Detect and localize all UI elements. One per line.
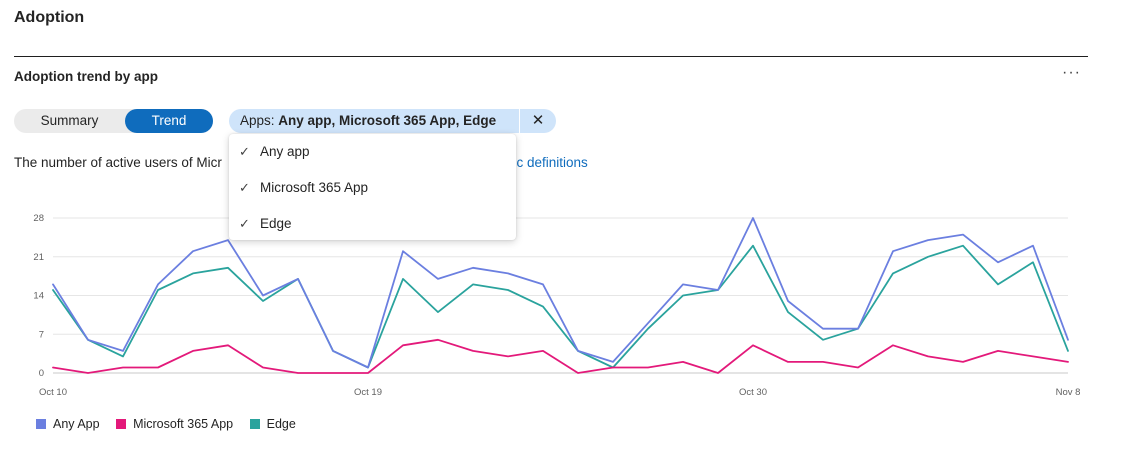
adoption-trend-chart: 0 7 14 21 28 Oct 10 Oct 19 Oct 30 Nov 8 (33, 213, 1081, 398)
checkmark-icon: ✓ (239, 180, 250, 195)
series-line-microsoft-365-app (52, 338, 1069, 374)
legend-swatch (36, 419, 46, 429)
dropdown-option-label: Edge (260, 216, 292, 231)
y-tick-label: 14 (33, 291, 44, 302)
x-tick-label: Oct 10 (39, 387, 67, 398)
checkmark-icon: ✓ (239, 216, 250, 231)
legend-item-microsoft-365-app[interactable]: Microsoft 365 App (116, 417, 233, 431)
x-tick-label: Oct 19 (354, 387, 382, 398)
checkmark-icon: ✓ (239, 144, 250, 159)
legend-label: Edge (266, 417, 296, 431)
dropdown-option-edge[interactable]: ✓ Edge (229, 209, 516, 239)
y-tick-label: 0 (39, 368, 44, 379)
legend-label: Any App (53, 417, 100, 431)
x-tick-label: Nov 8 (1056, 387, 1081, 398)
y-tick-label: 7 (39, 329, 44, 340)
y-tick-label: 28 (33, 213, 44, 224)
legend-item-any-app[interactable]: Any App (36, 417, 100, 431)
x-tick-label: Oct 30 (739, 387, 767, 398)
y-tick-label: 21 (33, 252, 44, 263)
apps-dropdown: ✓ Any app ✓ Microsoft 365 App ✓ Edge (229, 134, 516, 240)
dropdown-option-label: Any app (260, 144, 310, 159)
legend-label: Microsoft 365 App (133, 417, 234, 431)
series-line-any-app (52, 217, 1069, 369)
chart-legend: Any App Microsoft 365 App Edge (36, 417, 309, 431)
dropdown-option-label: Microsoft 365 App (260, 180, 369, 195)
legend-item-edge[interactable]: Edge (249, 417, 296, 431)
dropdown-option-any-app[interactable]: ✓ Any app (229, 137, 516, 167)
legend-swatch (249, 419, 260, 429)
legend-swatch (116, 419, 127, 429)
dropdown-option-microsoft-365-app[interactable]: ✓ Microsoft 365 App (229, 173, 516, 203)
